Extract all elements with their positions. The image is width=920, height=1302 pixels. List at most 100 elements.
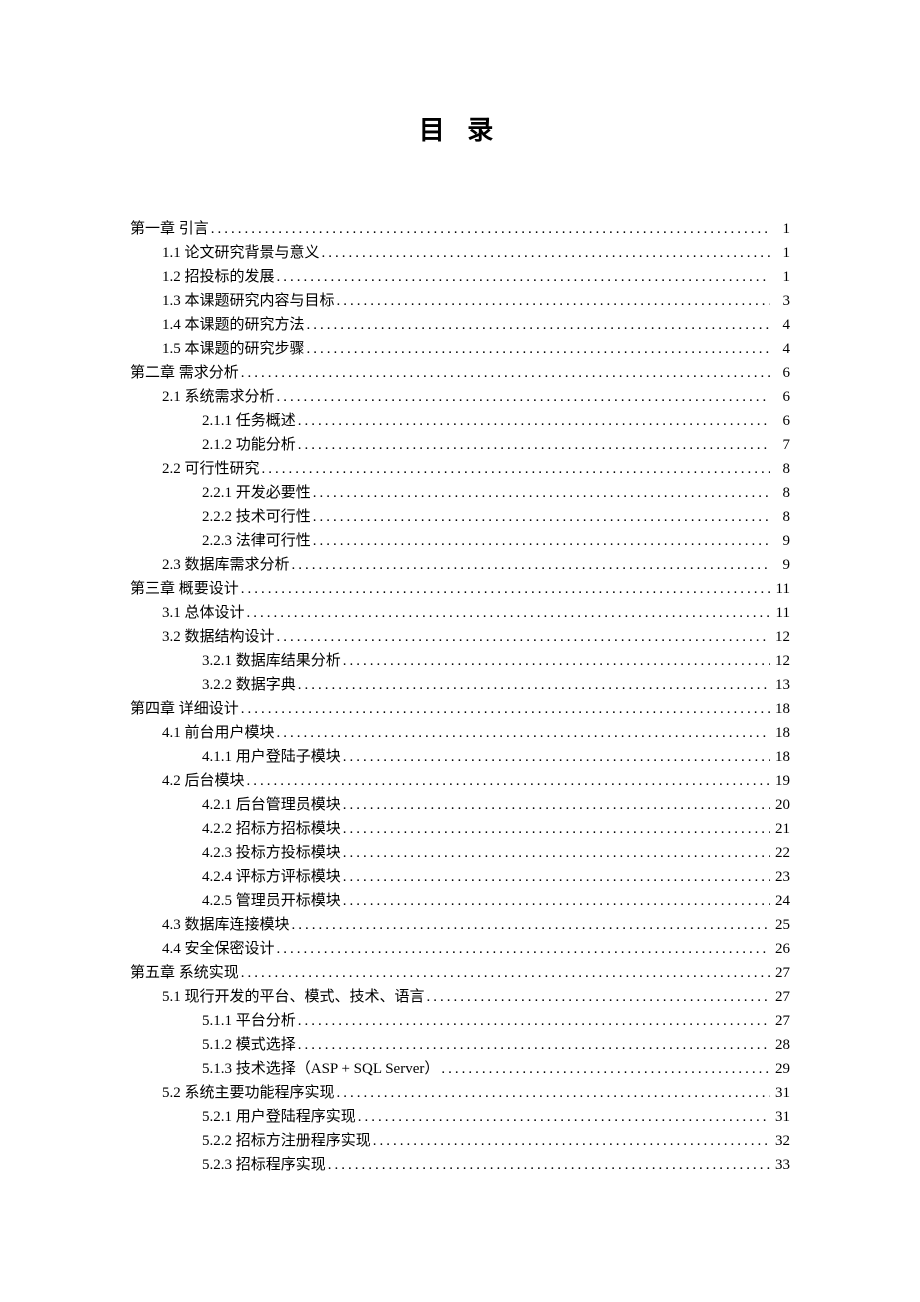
toc-entry-label: 1.5 本课题的研究步骤	[162, 337, 305, 361]
toc-entry-label: 第四章 详细设计	[130, 697, 239, 721]
toc-entry-label: 1.2 招投标的发展	[162, 265, 275, 289]
toc-entry-label: 4.2.4 评标方评标模块	[202, 865, 341, 889]
toc-entry-label: 5.2.3 招标程序实现	[202, 1153, 326, 1177]
toc-leader-dots	[239, 577, 770, 601]
toc-entry-page: 1	[770, 241, 790, 265]
toc-entry: 1.3 本课题研究内容与目标 3	[130, 289, 790, 313]
toc-entry: 第五章 系统实现27	[130, 961, 790, 985]
toc-leader-dots	[341, 745, 770, 769]
toc-leader-dots	[311, 529, 770, 553]
toc-entry-page: 4	[770, 337, 790, 361]
toc-entry: 5.2.2 招标方注册程序实现32	[130, 1129, 790, 1153]
toc-entry-page: 11	[770, 577, 790, 601]
toc-entry-page: 28	[770, 1033, 790, 1057]
toc-entry-page: 13	[770, 673, 790, 697]
toc-entry-page: 1	[770, 217, 790, 241]
toc-entry: 4.1.1 用户登陆子模块 18	[130, 745, 790, 769]
toc-leader-dots	[209, 217, 770, 241]
toc-leader-dots	[239, 961, 770, 985]
document-page: 目 录 第一章 引言11.1 论文研究背景与意义11.2 招投标的发展11.3 …	[0, 0, 920, 1237]
toc-entry: 1.1 论文研究背景与意义 1	[130, 241, 790, 265]
toc-entry-label: 4.2.3 投标方投标模块	[202, 841, 341, 865]
toc-entry-label: 5.2 系统主要功能程序实现	[162, 1081, 335, 1105]
toc-entry-page: 21	[770, 817, 790, 841]
toc-entry-page: 9	[770, 553, 790, 577]
toc-entry: 4.2.2 招标方招标模块 21	[130, 817, 790, 841]
toc-entry-page: 8	[770, 457, 790, 481]
toc-leader-dots	[320, 241, 770, 265]
toc-leader-dots	[341, 793, 770, 817]
toc-leader-dots	[341, 889, 770, 913]
toc-entry: 5.1.2 模式选择28	[130, 1033, 790, 1057]
toc-leader-dots	[275, 385, 770, 409]
toc-entry: 2.2 可行性研究 8	[130, 457, 790, 481]
toc-entry-page: 29	[770, 1057, 790, 1081]
toc-entry: 4.2 后台模块19	[130, 769, 790, 793]
toc-entry-label: 3.2.2 数据字典	[202, 673, 296, 697]
toc-entry-label: 2.1 系统需求分析	[162, 385, 275, 409]
toc-entry: 1.5 本课题的研究步骤 4	[130, 337, 790, 361]
toc-entry: 3.2 数据结构设计 12	[130, 625, 790, 649]
toc-entry-label: 5.1.3 技术选择（ASP + SQL Server）	[202, 1057, 439, 1081]
toc-entry-label: 5.1.1 平台分析	[202, 1009, 296, 1033]
toc-leader-dots	[296, 409, 770, 433]
toc-entry-page: 6	[770, 385, 790, 409]
toc-entry-page: 18	[770, 721, 790, 745]
toc-entry: 5.1.1 平台分析 27	[130, 1009, 790, 1033]
toc-leader-dots	[296, 433, 770, 457]
toc-entry-page: 33	[770, 1153, 790, 1177]
toc-entry-page: 25	[770, 913, 790, 937]
toc-leader-dots	[341, 649, 770, 673]
toc-entry-label: 1.3 本课题研究内容与目标	[162, 289, 335, 313]
toc-leader-dots	[296, 1033, 770, 1057]
toc-entry-label: 4.2.2 招标方招标模块	[202, 817, 341, 841]
toc-leader-dots	[275, 721, 770, 745]
toc-entry-label: 3.2 数据结构设计	[162, 625, 275, 649]
toc-entry-label: 2.1.2 功能分析	[202, 433, 296, 457]
toc-leader-dots	[335, 289, 770, 313]
toc-entry-label: 2.2 可行性研究	[162, 457, 260, 481]
toc-entry-page: 12	[770, 649, 790, 673]
toc-entry-page: 9	[770, 529, 790, 553]
toc-leader-dots	[239, 361, 770, 385]
toc-entry-label: 4.1 前台用户模块	[162, 721, 275, 745]
toc-entry-page: 3	[770, 289, 790, 313]
toc-entry-page: 1	[770, 265, 790, 289]
toc-entry-page: 31	[770, 1105, 790, 1129]
toc-entry: 4.3 数据库连接模块25	[130, 913, 790, 937]
toc-entry-page: 18	[770, 745, 790, 769]
toc-entry-label: 2.3 数据库需求分析	[162, 553, 290, 577]
toc-entry-page: 6	[770, 409, 790, 433]
toc-leader-dots	[356, 1105, 770, 1129]
toc-entry-page: 12	[770, 625, 790, 649]
toc-leader-dots	[305, 337, 770, 361]
toc-leader-dots	[311, 481, 770, 505]
toc-entry-label: 1.1 论文研究背景与意义	[162, 241, 320, 265]
toc-entry-label: 1.4 本课题的研究方法	[162, 313, 305, 337]
toc-leader-dots	[439, 1057, 770, 1081]
toc-entry-label: 2.2.1 开发必要性	[202, 481, 311, 505]
toc-entry-page: 7	[770, 433, 790, 457]
toc-entry-page: 27	[770, 961, 790, 985]
toc-entry-label: 4.2.1 后台管理员模块	[202, 793, 341, 817]
toc-entry: 2.3 数据库需求分析 9	[130, 553, 790, 577]
toc-entry: 4.2.3 投标方投标模块 22	[130, 841, 790, 865]
toc-entry: 5.1.3 技术选择（ASP + SQL Server） 29	[130, 1057, 790, 1081]
toc-leader-dots	[296, 1009, 770, 1033]
toc-leader-dots	[341, 865, 770, 889]
toc-entry-label: 5.1 现行开发的平台、模式、技术、语言	[162, 985, 425, 1009]
toc-entry: 3.2.1 数据库结果分析12	[130, 649, 790, 673]
toc-entry-label: 第一章 引言	[130, 217, 209, 241]
toc-leader-dots	[341, 841, 770, 865]
toc-entry-label: 4.1.1 用户登陆子模块	[202, 745, 341, 769]
toc-entry: 2.2.1 开发必要性8	[130, 481, 790, 505]
toc-entry: 2.2.3 法律可行性9	[130, 529, 790, 553]
toc-leader-dots	[296, 673, 770, 697]
toc-entry-page: 19	[770, 769, 790, 793]
toc-entry: 4.2.4 评标方评标模块23	[130, 865, 790, 889]
toc-entry-page: 4	[770, 313, 790, 337]
toc-entry-label: 3.1 总体设计	[162, 601, 245, 625]
toc-entry-page: 27	[770, 1009, 790, 1033]
toc-leader-dots	[425, 985, 770, 1009]
toc-entry-page: 22	[770, 841, 790, 865]
